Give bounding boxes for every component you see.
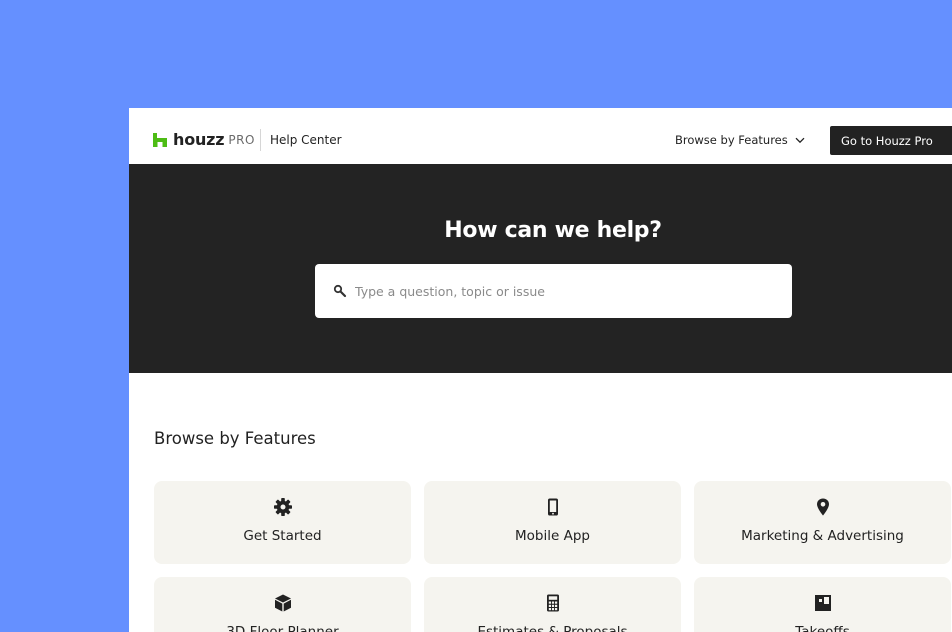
cube-icon bbox=[274, 594, 291, 612]
gear-icon bbox=[273, 498, 292, 516]
hero-section: How can we help? bbox=[129, 164, 952, 373]
feature-card-label: 3D Floor Planner bbox=[226, 624, 339, 632]
feature-card-takeoffs[interactable]: Takeoffs bbox=[694, 577, 951, 632]
logo-pro-suffix: PRO bbox=[228, 132, 255, 147]
calculator-icon bbox=[546, 594, 559, 612]
top-navigation-bar: houzz PRO Help Center Browse by Features… bbox=[129, 108, 952, 164]
location-pin-icon bbox=[816, 498, 829, 516]
feature-card-label: Estimates & Proposals bbox=[477, 624, 628, 632]
logo-text: houzz bbox=[173, 130, 225, 149]
houzz-logo-icon bbox=[153, 132, 167, 147]
takeoff-icon bbox=[814, 595, 831, 611]
search-icon bbox=[333, 284, 347, 298]
search-box[interactable] bbox=[315, 264, 792, 318]
feature-card-mobile-app[interactable]: Mobile App bbox=[424, 481, 681, 564]
section-title: Browse by Features bbox=[154, 429, 316, 448]
logo-divider bbox=[260, 129, 261, 151]
help-center-page: houzz PRO Help Center Browse by Features… bbox=[129, 108, 952, 632]
browse-by-features-dropdown[interactable]: Browse by Features bbox=[675, 133, 805, 147]
chevron-down-icon bbox=[795, 137, 805, 143]
mobile-phone-icon bbox=[547, 498, 558, 516]
feature-card-marketing-advertising[interactable]: Marketing & Advertising bbox=[694, 481, 951, 564]
feature-card-estimates-proposals[interactable]: Estimates & Proposals bbox=[424, 577, 681, 632]
feature-card-label: Takeoffs bbox=[795, 624, 850, 632]
feature-card-label: Marketing & Advertising bbox=[741, 528, 904, 544]
hero-title: How can we help? bbox=[444, 218, 662, 243]
help-center-link[interactable]: Help Center bbox=[270, 133, 342, 147]
feature-card-get-started[interactable]: Get Started bbox=[154, 481, 411, 564]
feature-card-label: Get Started bbox=[243, 528, 322, 544]
houzz-pro-logo[interactable]: houzz PRO bbox=[153, 130, 255, 149]
search-input[interactable] bbox=[353, 282, 777, 300]
go-to-houzz-pro-button[interactable]: Go to Houzz Pro bbox=[830, 126, 952, 155]
browse-by-features-label: Browse by Features bbox=[675, 133, 788, 147]
feature-card-3d-floor-planner[interactable]: 3D Floor Planner bbox=[154, 577, 411, 632]
feature-card-label: Mobile App bbox=[515, 528, 590, 544]
